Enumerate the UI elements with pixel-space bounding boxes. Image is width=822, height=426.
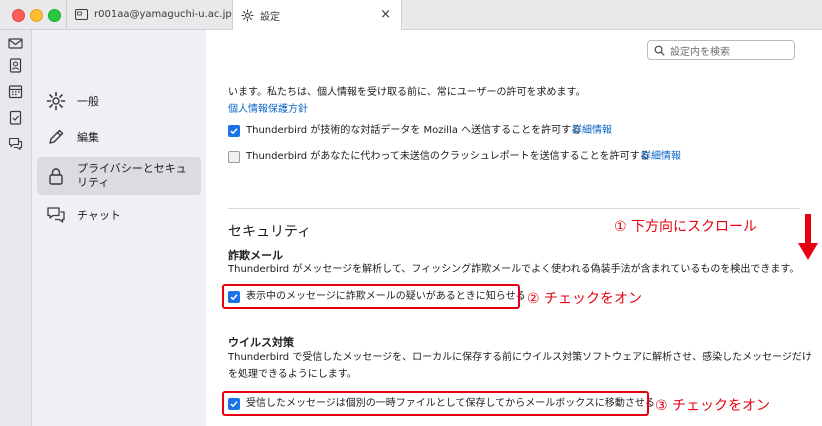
- title-bar: r001aa@yamaguchi-u.ac.jp 設定 ×: [0, 0, 822, 30]
- highlight-box-antivirus: [222, 391, 649, 416]
- spaces-toolbar: [0, 30, 32, 426]
- tab-mail[interactable]: r001aa@yamaguchi-u.ac.jp: [66, 0, 232, 29]
- telemetry-checkbox[interactable]: [228, 125, 240, 137]
- mail-icon: [75, 9, 88, 20]
- search-input[interactable]: 設定内を検索: [647, 40, 795, 60]
- chat-icon: [47, 207, 65, 223]
- gear-icon: [241, 8, 254, 22]
- mail-icon[interactable]: [8, 36, 23, 51]
- privacy-intro-text: います。私たちは、個人情報を受け取る前に、常にユーザーの許可を求めます。: [228, 87, 586, 98]
- scam-title: 詐欺メール: [228, 249, 283, 262]
- crash-report-label: Thunderbird があなたに代わって未送信のクラッシュレポートを送信するこ…: [246, 151, 650, 162]
- arrow-down-icon: [798, 214, 818, 260]
- pencil-icon: [49, 129, 64, 144]
- scam-description: Thunderbird がメッセージを解析して、フィッシング詐欺メールでよく使わ…: [228, 264, 800, 275]
- tasks-icon[interactable]: [8, 110, 23, 125]
- sidebar-item-privacy[interactable]: プライバシーとセキュリティ: [37, 157, 201, 195]
- highlight-box-scam: [222, 284, 520, 309]
- lock-icon: [49, 168, 63, 185]
- crash-report-learn-more-link[interactable]: 詳細情報: [641, 150, 681, 164]
- annotation-scroll: ① 下方向にスクロール: [614, 219, 758, 235]
- settings-sidebar: 一般 編集 プライバシーとセキュリティ チャット: [32, 30, 206, 426]
- sidebar-item-label: プライバシーとセキュリティ: [77, 162, 187, 189]
- window-minimize-button[interactable]: [30, 9, 43, 22]
- calendar-icon[interactable]: [8, 84, 23, 99]
- chat-icon[interactable]: [8, 136, 23, 151]
- antivirus-description-line1: Thunderbird で受信したメッセージを、ローカルに保存する前にウイルス対…: [228, 352, 812, 363]
- sidebar-item-composition[interactable]: 編集: [37, 124, 201, 150]
- sidebar-item-label: 一般: [77, 95, 99, 108]
- telemetry-learn-more-link[interactable]: 詳細情報: [572, 124, 612, 138]
- privacy-policy-link[interactable]: 個人情報保護方針: [228, 103, 308, 117]
- address-book-icon[interactable]: [8, 58, 23, 73]
- antivirus-description-line2: を処理できるようにします。: [228, 369, 357, 380]
- search-placeholder: 設定内を検索: [670, 46, 730, 58]
- antivirus-title: ウイルス対策: [228, 336, 294, 349]
- security-heading: セキュリティ: [228, 224, 312, 240]
- sidebar-item-general[interactable]: 一般: [37, 88, 201, 114]
- tab-mail-label: r001aa@yamaguchi-u.ac.jp: [94, 9, 232, 20]
- telemetry-label: Thunderbird が技術的な対話データを Mozilla へ送信することを…: [246, 125, 582, 136]
- tab-settings[interactable]: 設定 ×: [232, 0, 402, 30]
- annotation-check-3: ③ チェックをオン: [655, 398, 771, 414]
- crash-report-checkbox[interactable]: [228, 151, 240, 163]
- tab-settings-label: 設定: [260, 11, 280, 23]
- annotation-check-2: ② チェックをオン: [527, 291, 643, 307]
- sidebar-item-chat[interactable]: チャット: [37, 202, 201, 228]
- gear-icon: [46, 91, 66, 111]
- sidebar-item-label: 編集: [77, 131, 99, 144]
- section-divider: [228, 208, 800, 209]
- close-icon[interactable]: ×: [380, 7, 391, 22]
- checkmark-icon: [230, 128, 238, 135]
- window-zoom-button[interactable]: [48, 9, 61, 22]
- sidebar-item-label: チャット: [77, 209, 121, 222]
- search-icon: [654, 45, 665, 56]
- window-close-button[interactable]: [12, 9, 25, 22]
